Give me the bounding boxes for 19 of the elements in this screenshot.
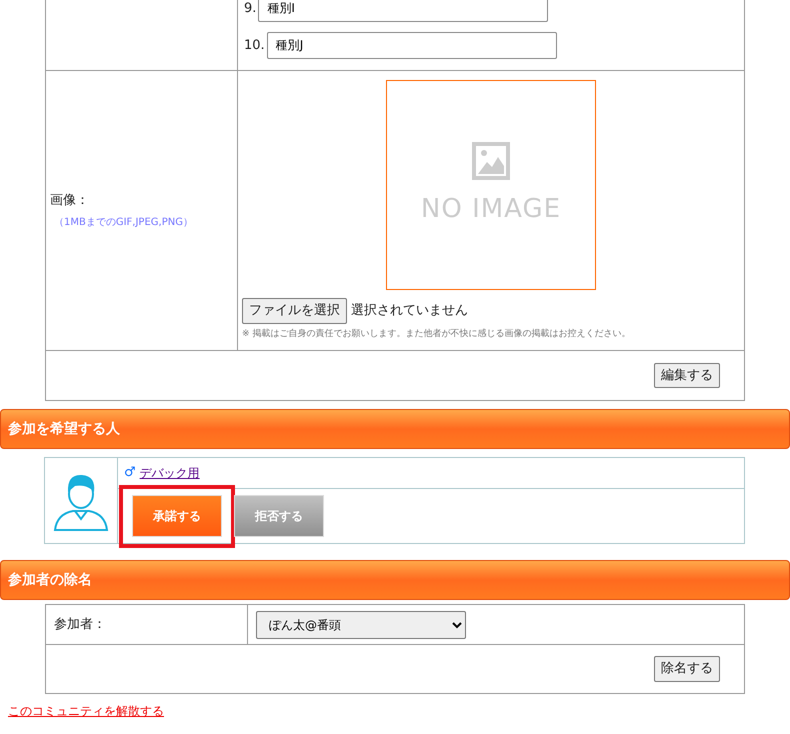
field-label: 画像： [50, 192, 90, 210]
member-select[interactable]: ぽん太@番頭 [256, 610, 466, 638]
section-header: 参加を希望する人 [0, 409, 790, 449]
note-text: ※ 掲載はご自身の責任でお願いします。また他者が不快に感じる画像の掲載はお控えください。 [242, 328, 632, 340]
edit-button[interactable]: 編集する [654, 362, 720, 388]
dissolve-link[interactable]: このコミュニティを解散する [8, 702, 164, 720]
user-link[interactable]: デバック用 [140, 464, 200, 482]
file-select-button[interactable]: ファイルを選択 [242, 298, 347, 324]
field-number: 10. [244, 36, 265, 55]
file-status: 選択されていません [351, 302, 468, 320]
section-header: 参加者の除名 [0, 560, 790, 600]
image-icon [472, 142, 510, 180]
text-input[interactable]: 種別I [258, 0, 548, 22]
remove-button[interactable]: 除名する [654, 656, 720, 682]
field-number: 9. [244, 0, 256, 18]
text-input[interactable]: 種別J [266, 32, 557, 59]
gender-mark: ♂ [124, 464, 136, 482]
field-hint: （1MBまでのGIF,JPEG,PNG） [54, 216, 194, 230]
field-label: 参加者： [46, 604, 248, 644]
